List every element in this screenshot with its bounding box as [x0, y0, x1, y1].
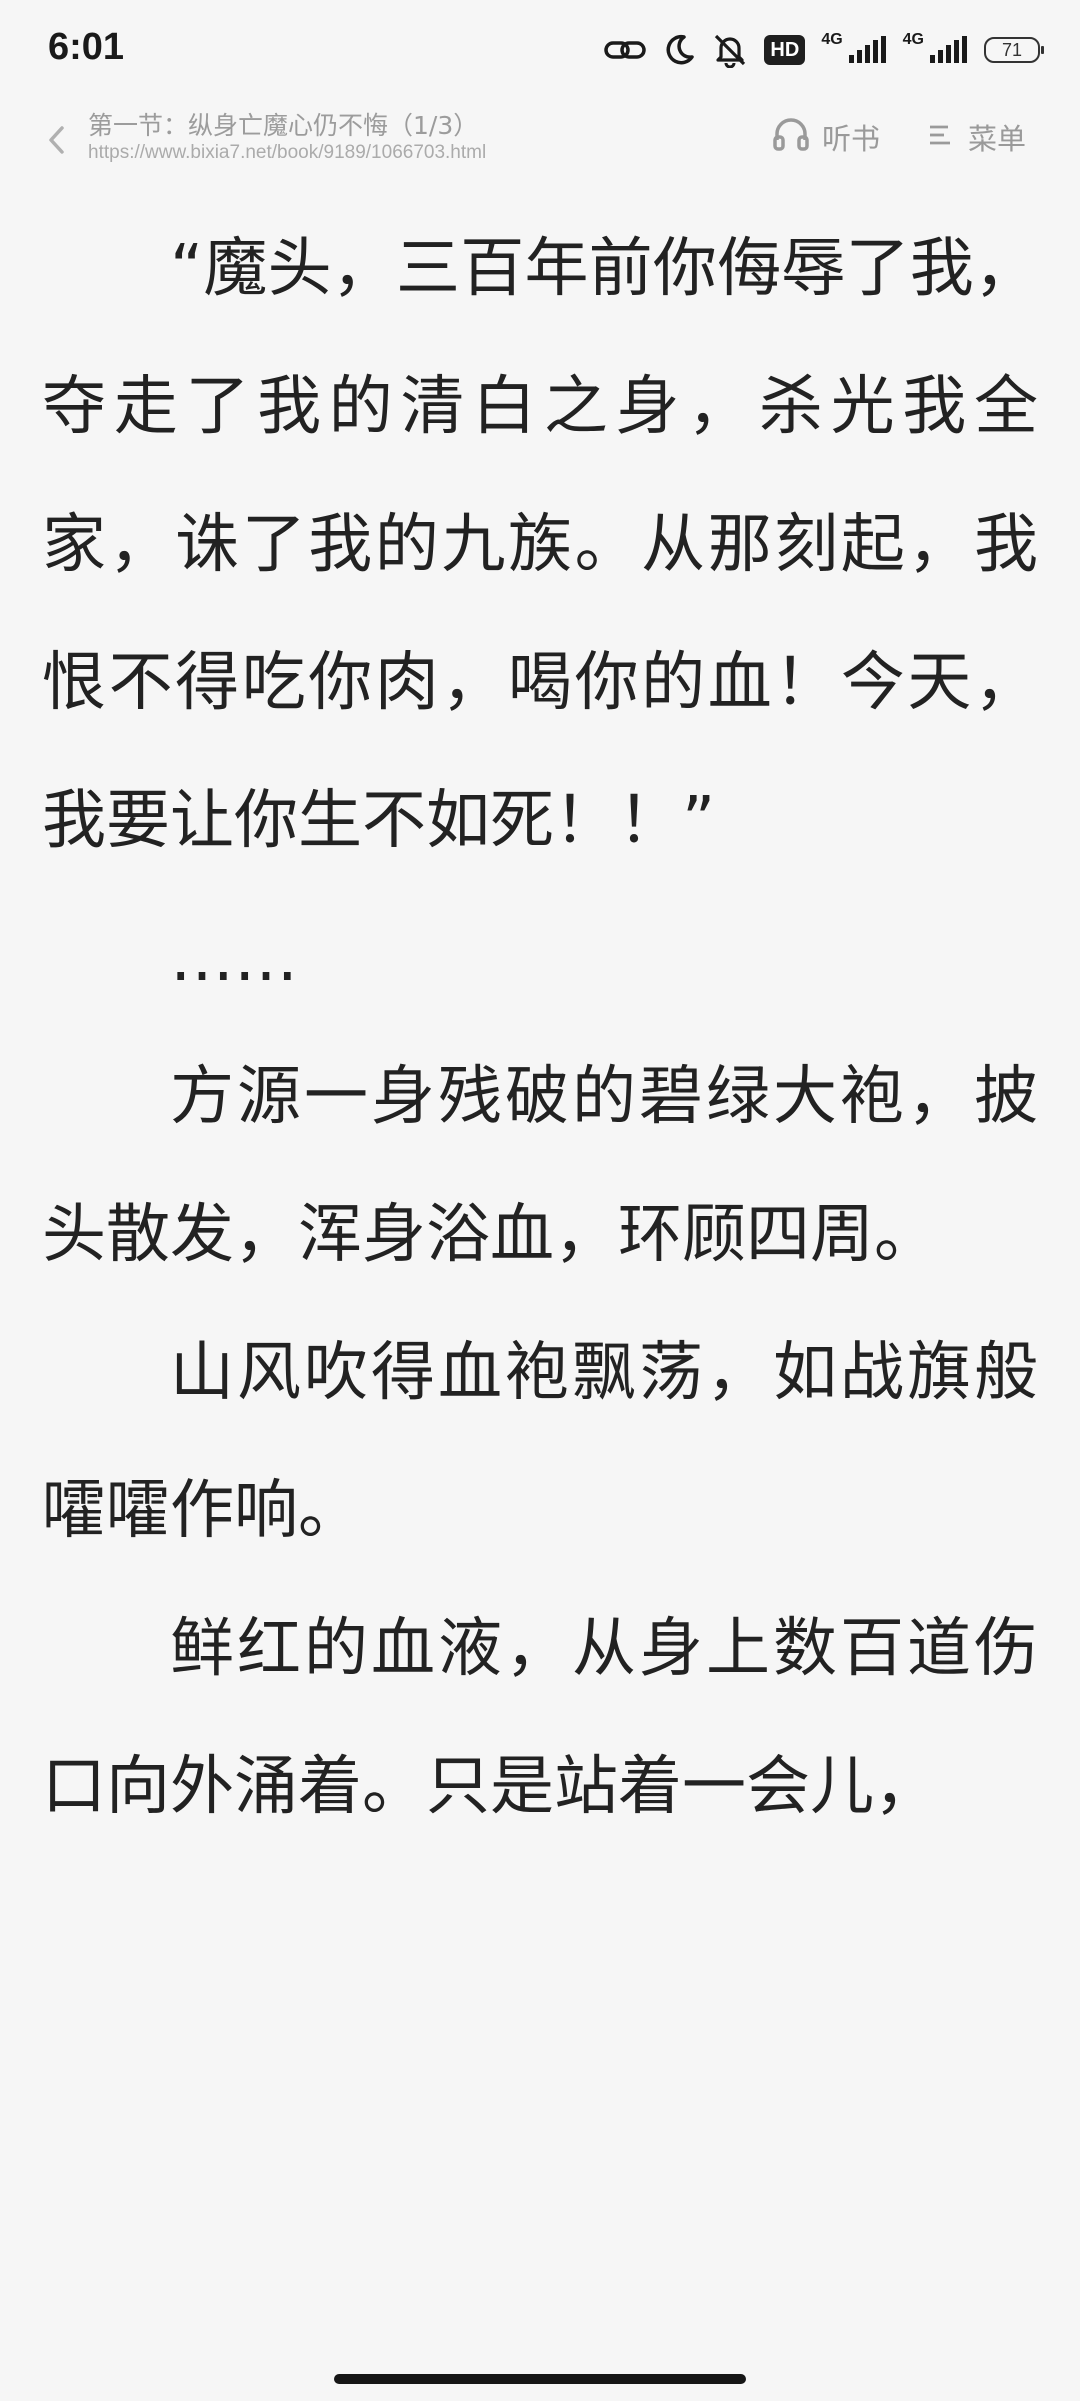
headphones-icon — [772, 116, 810, 159]
signal-icon-2 — [928, 35, 968, 65]
listen-button[interactable]: 听书 — [772, 114, 880, 160]
battery-icon: 71 — [984, 37, 1044, 63]
hd-icon: HD — [764, 35, 806, 65]
menu-button[interactable]: 菜单 — [928, 114, 1026, 160]
status-time: 6:01 — [48, 26, 125, 68]
status-icons: HD 4G 4G 71 — [604, 28, 1044, 72]
battery-level: 71 — [1001, 40, 1023, 60]
network-type-label-2: 4G — [902, 31, 924, 48]
chapter-content: “魔头，三百年前你侮辱了我，夺走了我的清白之身，杀光我全家，诛了我的九族。从那刻… — [42, 200, 1038, 1856]
signal-icon — [847, 35, 887, 65]
chapter-url: https://www.bixia7.net/book/9189/1066703… — [88, 142, 487, 163]
home-indicator[interactable] — [334, 2374, 746, 2384]
link-icon — [604, 35, 647, 65]
moon-icon — [662, 33, 696, 67]
paragraph-2: …… — [170, 922, 298, 996]
status-bar: 6:01 HD 4G 4G 71 — [0, 0, 1080, 100]
menu-label: 菜单 — [968, 122, 1027, 156]
listen-label: 听书 — [822, 122, 881, 156]
reader-header: 第一节：纵身亡魔心仍不悔（1/3） https://www.bixia7.net… — [0, 100, 1080, 180]
bell-off-icon — [712, 32, 748, 68]
paragraph-1: “魔头，三百年前你侮辱了我，夺走了我的清白之身，杀光我全家，诛了我的九族。从那刻… — [42, 232, 1038, 858]
chevron-left-icon[interactable] — [42, 120, 72, 160]
menu-icon — [928, 120, 952, 154]
paragraph-4: 山风吹得血袍飘荡，如战旗般嚯嚯作响。 — [42, 1336, 1038, 1548]
paragraph-5: 鲜红的血液，从身上数百道伤口向外涌着。只是站着一会儿， — [42, 1612, 1038, 1824]
chapter-title: 第一节：纵身亡魔心仍不悔（1/3） — [88, 111, 479, 140]
paragraph-3: 方源一身残破的碧绿大袍，披头散发，浑身浴血，环顾四周。 — [42, 1060, 1038, 1272]
network-type-label: 4G — [821, 31, 843, 48]
